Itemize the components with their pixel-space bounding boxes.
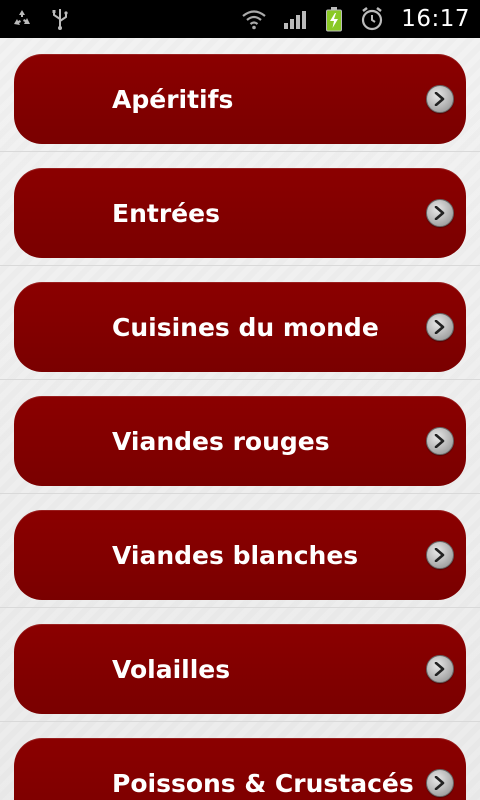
- chevron-right-icon: [426, 85, 454, 113]
- signal-icon: [283, 8, 309, 30]
- menu-list[interactable]: Apéritifs Entrées Cuisines du monde Vian…: [0, 38, 480, 800]
- menu-item-poissons-crustaces[interactable]: Poissons & Crustacés: [14, 738, 466, 800]
- menu-item-volailles[interactable]: Volailles: [14, 624, 466, 714]
- status-time: 16:17: [401, 6, 470, 32]
- chevron-right-icon: [426, 769, 454, 797]
- menu-row: Entrées: [0, 152, 480, 266]
- usb-icon: [50, 7, 70, 31]
- menu-item-label: Poissons & Crustacés: [112, 768, 414, 798]
- alarm-clock-icon: [359, 6, 385, 32]
- menu-item-label: Apéritifs: [112, 84, 234, 114]
- recycle-icon: [10, 7, 34, 31]
- chevron-right-icon: [426, 541, 454, 569]
- menu-row: Apéritifs: [0, 38, 480, 152]
- menu-item-entrees[interactable]: Entrées: [14, 168, 466, 258]
- menu-item-aperitifs[interactable]: Apéritifs: [14, 54, 466, 144]
- menu-item-label: Volailles: [112, 654, 231, 684]
- chevron-right-icon: [426, 427, 454, 455]
- menu-item-viandes-blanches[interactable]: Viandes blanches: [14, 510, 466, 600]
- menu-row: Viandes blanches: [0, 494, 480, 608]
- wifi-icon: [241, 8, 267, 30]
- status-right-icons: 16:17: [241, 6, 470, 32]
- chevron-right-icon: [426, 313, 454, 341]
- menu-item-label: Entrées: [112, 198, 220, 228]
- menu-row: Viandes rouges: [0, 380, 480, 494]
- menu-item-cuisines-du-monde[interactable]: Cuisines du monde: [14, 282, 466, 372]
- battery-charging-icon: [325, 6, 343, 32]
- menu-row: Poissons & Crustacés: [0, 722, 480, 800]
- menu-item-label: Viandes blanches: [112, 540, 359, 570]
- menu-item-viandes-rouges[interactable]: Viandes rouges: [14, 396, 466, 486]
- menu-item-label: Cuisines du monde: [112, 312, 379, 342]
- status-left-icons: [10, 7, 70, 31]
- chevron-right-icon: [426, 199, 454, 227]
- menu-row: Volailles: [0, 608, 480, 722]
- status-bar: 16:17: [0, 0, 480, 38]
- chevron-right-icon: [426, 655, 454, 683]
- menu-row: Cuisines du monde: [0, 266, 480, 380]
- menu-item-label: Viandes rouges: [112, 426, 330, 456]
